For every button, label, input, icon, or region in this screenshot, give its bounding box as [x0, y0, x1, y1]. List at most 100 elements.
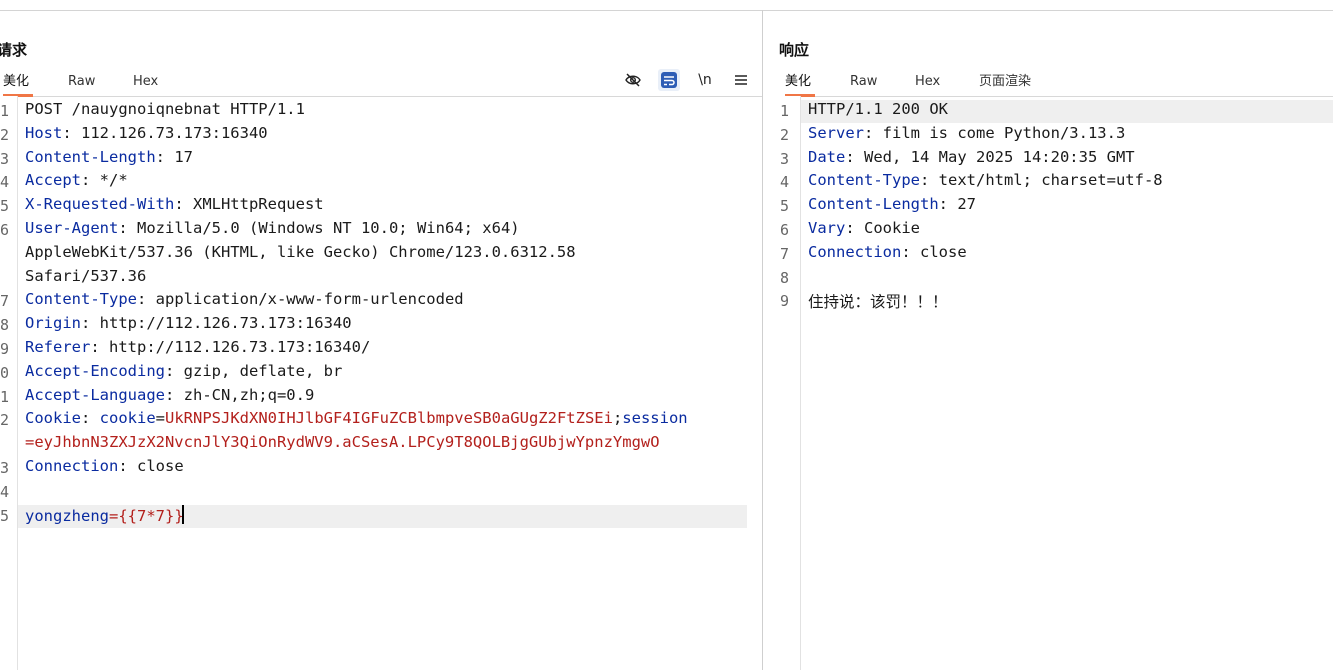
header-separator: : [118, 219, 137, 237]
response-line: Content-Length: 27 [808, 195, 976, 213]
response-line: Content-Type: text/html; charset=utf-8 [808, 171, 1163, 189]
header-key: Cookie [25, 409, 81, 427]
request-tab-raw[interactable]: Raw [68, 72, 95, 94]
header-separator: : [845, 147, 864, 166]
body-param-name: yongzheng [25, 507, 109, 525]
header-separator: : [938, 195, 958, 214]
header-separator: : [81, 171, 100, 190]
header-value: 112.126.73.173:16340 [81, 123, 268, 142]
header-key: Connection [25, 457, 119, 475]
line-number: 1 [779, 102, 789, 120]
request-line: User-Agent: Mozilla/5.0 (Windows NT 10.0… [25, 219, 520, 237]
header-separator: : [864, 123, 883, 142]
header-value: film is come Python/3.13.3 [882, 123, 1126, 142]
response-tab-hex[interactable]: Hex [915, 72, 940, 94]
line-number: 4 [0, 173, 10, 192]
header-separator: : [845, 219, 864, 237]
response-tab-raw[interactable]: Raw [850, 72, 877, 94]
header-value: http://112.126.73.173:16340 [99, 314, 352, 333]
response-tab-render[interactable]: 页面渲染 [979, 72, 1031, 94]
response-title: 响应 [779, 41, 810, 59]
header-separator: : [164, 361, 184, 380]
response-panel: 响应 美化 Raw Hex 页面渲染 1 2 3 4 5 6 7 8 9 HTTP/1.1 200… [763, 11, 1333, 670]
header-value: Cookie [864, 219, 920, 237]
line-number: 0 [0, 363, 10, 382]
line-number: 5 [0, 197, 10, 216]
header-value: text/html; charset=utf-8 [938, 171, 1163, 190]
header-key: Referer [25, 338, 91, 356]
line-number: 4 [0, 482, 10, 501]
wrap-lines-icon[interactable] [658, 69, 680, 91]
header-value: */* [99, 171, 128, 190]
header-key: Content-Length [25, 147, 156, 166]
line-number: 7 [779, 244, 789, 263]
line-number: 8 [0, 316, 10, 335]
line-number: 2 [0, 411, 10, 430]
header-key: Content-Type [808, 171, 920, 190]
header-separator: : [901, 242, 920, 261]
header-separator: : [919, 171, 939, 190]
request-line: Content-Type: application/x-www-form-url… [25, 290, 464, 308]
menu-icon[interactable] [730, 69, 752, 91]
line-number: 3 [779, 149, 789, 168]
line-number: 1 [0, 102, 10, 120]
header-value: HTTP/1.1 200 OK [808, 100, 948, 118]
cookie-semicolon: ; [612, 409, 623, 427]
line-number: 3 [0, 149, 10, 168]
header-value: Mozilla/5.0 (Windows NT 10.0; Win64; x64… [137, 219, 520, 237]
request-body-line: yongzheng={{7*7}} [25, 505, 184, 525]
header-key: Date [808, 147, 846, 166]
line-number: 3 [0, 459, 10, 477]
cookie-name: cookie [99, 409, 156, 427]
request-tab-pretty[interactable]: 美化 [3, 72, 33, 97]
header-separator: : [136, 290, 156, 309]
request-cookie-line: Cookie: cookie=UkRNPSJKdXN0IHJlbGF4IGFuZ… [25, 409, 688, 427]
line-number: 2 [0, 125, 10, 144]
cookie-equals: = [155, 409, 166, 427]
body-param-value: {{7*7}} [118, 507, 184, 525]
request-panel: 请求 美化 Raw Hex \n 1 2 3 4 5 6 7 8 9 0 1 2 3 4 5 POST /na… [0, 11, 762, 670]
line-number: 9 [0, 340, 10, 358]
request-line: Accept: */* [25, 171, 128, 189]
header-key: User-Agent [25, 219, 119, 237]
request-editor[interactable]: 1 2 3 4 5 6 7 8 9 0 1 2 3 4 5 POST /nauygnoiqnebnat HTT… [0, 96, 762, 670]
request-line: Referer: http://112.126.73.173:16340/ [25, 338, 370, 356]
request-line: Accept-Encoding: gzip, deflate, br [25, 362, 342, 380]
request-line: Safari/537.36 [25, 267, 146, 285]
header-key: Content-Type [25, 290, 137, 309]
line-number: 4 [779, 173, 789, 192]
response-tab-pretty[interactable]: 美化 [785, 72, 815, 97]
response-tabs: 美化 Raw Hex 页面渲染 [763, 72, 1333, 97]
header-separator: : [164, 385, 184, 404]
header-value: Wed, 14 May 2025 14:20:35 GMT [864, 147, 1135, 166]
newline-toggle-icon[interactable]: \n [694, 69, 716, 91]
session-value: =eyJhbnN3ZXJzX2NvcnJlY3QiOnRydWV9.aCSesA… [25, 433, 660, 451]
header-value: close [920, 242, 967, 261]
header-value: gzip, deflate, br [183, 361, 343, 380]
header-value: zh-CN,zh;q=0.9 [183, 385, 315, 404]
request-title: 请求 [0, 41, 28, 59]
request-line: POST /nauygnoiqnebnat HTTP/1.1 [25, 100, 305, 118]
text-caret [181, 505, 184, 524]
header-value: application/x-www-form-urlencoded [155, 290, 464, 309]
header-key: Content-Length [808, 195, 939, 214]
header-separator: : [174, 195, 193, 214]
response-line: HTTP/1.1 200 OK [808, 100, 948, 118]
line-number: 5 [779, 197, 789, 216]
request-tab-hex[interactable]: Hex [133, 72, 158, 94]
header-key: Accept-Encoding [25, 361, 165, 380]
header-key: Origin [25, 314, 81, 333]
response-editor[interactable]: 1 2 3 4 5 6 7 8 9 HTTP/1.1 200 OK Server: film is … [763, 96, 1333, 670]
line-number: 7 [0, 292, 10, 311]
header-value: Safari/537.36 [25, 266, 147, 285]
header-separator: : [90, 338, 109, 356]
header-value: http://112.126.73.173:16340/ [109, 338, 371, 356]
response-line: Vary: Cookie [808, 219, 920, 237]
request-connection-line: Connection: close [25, 457, 184, 475]
header-separator: : [118, 457, 137, 475]
header-key: Vary [808, 219, 846, 237]
line-number: 6 [779, 221, 789, 239]
response-line: Connection: close [808, 243, 967, 261]
eye-off-icon[interactable] [622, 69, 644, 91]
header-key: Accept-Language [25, 385, 165, 404]
